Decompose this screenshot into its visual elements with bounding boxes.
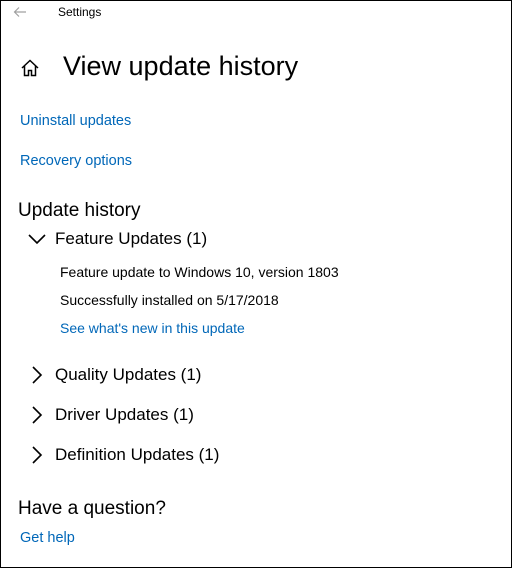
home-button[interactable] (20, 58, 40, 78)
quality-updates-toggle[interactable]: Quality Updates (1) (26, 363, 201, 387)
chevron-right-icon (26, 364, 48, 386)
title-bar: Settings (1, 1, 511, 25)
get-help-link[interactable]: Get help (20, 530, 75, 546)
chevron-right-icon (26, 404, 48, 426)
uninstall-updates-link[interactable]: Uninstall updates (20, 113, 131, 129)
have-a-question-heading: Have a question? (18, 498, 166, 519)
update-history-heading: Update history (18, 200, 141, 221)
quality-updates-label: Quality Updates (1) (55, 365, 202, 384)
feature-updates-label: Feature Updates (1) (55, 229, 208, 248)
back-button[interactable] (9, 3, 31, 21)
window-title: Settings (58, 5, 102, 19)
definition-updates-toggle[interactable]: Definition Updates (1) (26, 443, 219, 467)
home-icon (21, 59, 39, 77)
feature-update-name: Feature update to Windows 10, version 18… (60, 264, 339, 280)
driver-updates-label: Driver Updates (1) (55, 405, 194, 424)
chevron-right-icon (26, 444, 48, 466)
see-whats-new-link[interactable]: See what's new in this update (60, 320, 245, 336)
feature-update-status: Successfully installed on 5/17/2018 (60, 292, 279, 308)
driver-updates-toggle[interactable]: Driver Updates (1) (26, 403, 194, 427)
back-arrow-icon (13, 7, 26, 17)
settings-window: Settings View update history Uninstall u… (0, 0, 512, 568)
recovery-options-link[interactable]: Recovery options (20, 153, 132, 169)
chevron-down-icon (26, 228, 48, 250)
page-title: View update history (63, 51, 299, 81)
definition-updates-label: Definition Updates (1) (55, 445, 220, 464)
feature-updates-toggle[interactable]: Feature Updates (1) (26, 227, 207, 251)
